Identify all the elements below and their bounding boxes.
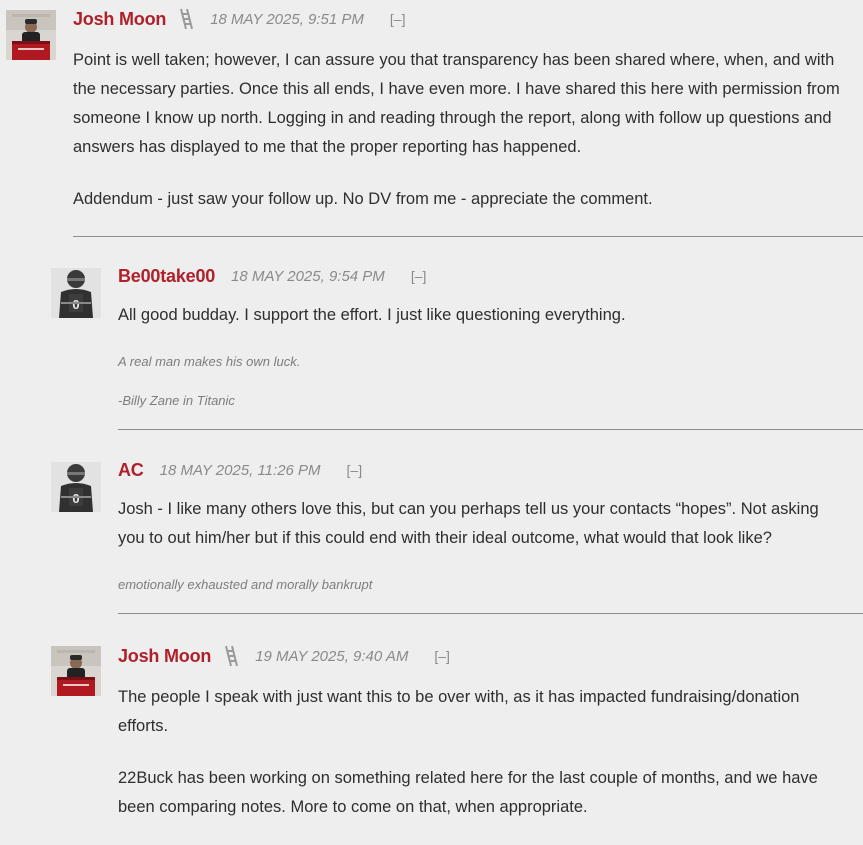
avatar[interactable] (6, 10, 56, 60)
user-avatar-podium-icon (6, 10, 56, 60)
timestamp[interactable]: 18 MAY 2025, 9:51 PM (210, 11, 364, 28)
user-avatar-football-icon (51, 268, 101, 318)
avatar[interactable] (51, 462, 101, 512)
comment-paragraph: The people I speak with just want this t… (118, 688, 800, 735)
timestamp[interactable]: 18 MAY 2025, 9:54 PM (231, 268, 385, 285)
comment-paragraph: Josh - I like many others love this, but… (118, 500, 819, 547)
comment-body: The people I speak with just want this t… (118, 683, 848, 845)
signature-line: -Billy Zane in Titanic (118, 393, 235, 408)
collapse-toggle[interactable]: [–] (434, 648, 450, 664)
comment-header: Josh Moon 19 MAY 2025, 9:40 AM [–] (118, 645, 450, 667)
ladder-badge-icon (223, 645, 239, 667)
collapse-toggle[interactable]: [–] (390, 11, 406, 27)
collapse-toggle[interactable]: [–] (347, 462, 363, 478)
user-avatar-podium-icon (51, 646, 101, 696)
comment-paragraph: Point is well taken; however, I can assu… (73, 51, 840, 156)
signature-line: emotionally exhausted and morally bankru… (118, 577, 373, 592)
comment-paragraph: 22Buck has been working on something rel… (118, 769, 818, 816)
timestamp[interactable]: 19 MAY 2025, 9:40 AM (255, 648, 408, 665)
timestamp[interactable]: 18 MAY 2025, 11:26 PM (160, 462, 321, 479)
signature: A real man makes his own luck. -Billy Za… (118, 353, 300, 431)
author-link[interactable]: Be00take00 (118, 266, 215, 287)
avatar[interactable] (51, 646, 101, 696)
comment-paragraph: Addendum - just saw your follow up. No D… (73, 190, 653, 208)
author-link[interactable]: Josh Moon (118, 646, 211, 667)
comment-body: All good budday. I support the effort. I… (118, 301, 848, 353)
signature: emotionally exhausted and morally bankru… (118, 576, 372, 615)
comment-header: Be00take00 18 MAY 2025, 9:54 PM [–] (118, 265, 426, 287)
ladder-badge-icon (178, 8, 194, 30)
comment-body: Point is well taken; however, I can assu… (73, 46, 848, 237)
author-link[interactable]: Josh Moon (73, 9, 166, 30)
divider (73, 236, 863, 237)
comment-paragraph: All good budday. I support the effort. I… (118, 306, 626, 324)
user-avatar-football-icon (51, 462, 101, 512)
comment-header: Josh Moon 18 MAY 2025, 9:51 PM [–] (73, 8, 406, 30)
comment-header: AC 18 MAY 2025, 11:26 PM [–] (118, 459, 362, 481)
divider (118, 613, 863, 614)
divider (118, 429, 863, 430)
comment-body: Josh - I like many others love this, but… (118, 495, 848, 576)
avatar[interactable] (51, 268, 101, 318)
signature-line: A real man makes his own luck. (118, 354, 301, 369)
author-link[interactable]: AC (118, 460, 144, 481)
collapse-toggle[interactable]: [–] (411, 268, 427, 284)
